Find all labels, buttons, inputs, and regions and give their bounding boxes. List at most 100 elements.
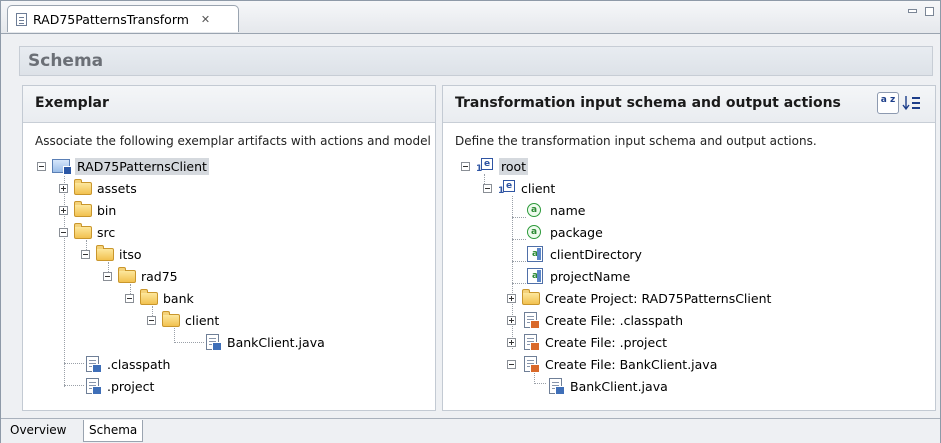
tree-item-root[interactable]: e1 root — [461, 156, 529, 176]
tree-item-label: RAD75PatternsClient — [75, 157, 209, 175]
expand-toggle[interactable] — [507, 337, 516, 347]
schema-header: Schema — [19, 46, 933, 76]
tree-item[interactable]: a name — [527, 200, 585, 220]
transformation-description: Define the transformation input schema a… — [455, 134, 817, 148]
file-icon — [84, 356, 102, 373]
transformation-section: Transformation input schema and output a… — [442, 85, 936, 411]
tab-overview[interactable]: Overview — [5, 420, 72, 441]
project-icon — [52, 158, 72, 175]
tree-item[interactable]: BankClient.java — [547, 376, 668, 396]
collapse-toggle[interactable] — [461, 161, 470, 171]
collapse-toggle[interactable] — [125, 293, 134, 303]
transformation-section-header: Transformation input schema and output a… — [443, 86, 935, 123]
tree-item-label: Create File: BankClient.java — [545, 356, 718, 372]
tree-item[interactable]: BankClient.java — [204, 332, 325, 352]
create-file-icon — [522, 312, 540, 329]
create-project-icon — [522, 289, 540, 306]
tree-item-label: projectName — [550, 268, 631, 284]
tree-item[interactable]: a projectName — [527, 266, 630, 286]
tree-item-label: Create File: .project — [545, 334, 667, 350]
element-icon: e1 — [498, 180, 516, 196]
tree-item[interactable]: assets — [59, 178, 137, 198]
tree-item-label: .classpath — [107, 356, 171, 372]
collapse-toggle[interactable] — [483, 183, 492, 193]
exemplar-section: Exemplar Associate the following exempla… — [22, 85, 436, 411]
exemplar-tree: RAD75PatternsClient assets bin src itso — [23, 156, 435, 410]
expand-toggle[interactable] — [507, 315, 516, 325]
file-icon — [16, 12, 27, 26]
tree-item-label: name — [550, 202, 586, 218]
attribute-field-icon: a — [527, 268, 545, 284]
sort-az-icon: a z — [880, 95, 896, 105]
file-icon — [84, 378, 102, 395]
tree-item-project[interactable]: RAD75PatternsClient — [37, 156, 209, 176]
expand-toggle[interactable] — [507, 293, 516, 303]
element-icon: e1 — [476, 158, 494, 174]
collapse-toggle[interactable] — [103, 271, 112, 281]
tree-item[interactable]: .classpath — [84, 354, 170, 374]
tree-item-label: package — [550, 224, 603, 240]
tree-item[interactable]: .project — [84, 376, 154, 396]
folder-icon — [74, 179, 92, 196]
create-file-icon — [522, 356, 540, 373]
close-icon[interactable]: ✕ — [201, 13, 210, 26]
tree-item[interactable]: Create Project: RAD75PatternsClient — [507, 288, 771, 308]
tree-item[interactable]: Create File: BankClient.java — [507, 354, 717, 374]
tree-item[interactable]: bank — [125, 288, 194, 308]
tree-item-label: client — [521, 180, 556, 196]
tree-item-label: client — [185, 312, 220, 328]
transformation-title: Transformation input schema and output a… — [455, 95, 841, 111]
java-file-icon — [547, 378, 565, 395]
collapse-toggle[interactable] — [507, 359, 516, 369]
tree-item-label: bank — [163, 290, 194, 306]
tree-item-label: BankClient.java — [570, 378, 668, 394]
attribute-field-icon: a — [527, 246, 545, 262]
exemplar-section-header: Exemplar — [23, 86, 435, 123]
tree-item[interactable]: bin — [59, 200, 116, 220]
folder-icon — [74, 223, 92, 240]
tree-item[interactable]: Create File: .project — [507, 332, 667, 352]
tree-item[interactable]: src — [59, 222, 115, 242]
tree-item[interactable]: a clientDirectory — [527, 244, 642, 264]
editor-tab-title: RAD75PatternsTransform — [33, 11, 189, 27]
editor-page-tabs: Overview Schema — [1, 418, 940, 443]
tree-item-label: assets — [97, 180, 137, 196]
tree-item[interactable]: client — [147, 310, 219, 330]
tree-item[interactable]: a package — [527, 222, 603, 242]
editor-tab[interactable]: RAD75PatternsTransform ✕ — [7, 5, 239, 32]
tree-item-label: Create File: .classpath — [545, 312, 684, 328]
editor-tab-strip: RAD75PatternsTransform ✕ — [1, 1, 940, 34]
tree-item-label: root — [499, 157, 529, 175]
tree-item-label: bin — [97, 202, 117, 218]
collapse-toggle[interactable] — [59, 227, 68, 237]
tree-item[interactable]: Create File: .classpath — [507, 310, 683, 330]
sort-list-icon — [902, 96, 920, 111]
tree-item-label: .project — [107, 378, 155, 394]
maximize-icon[interactable] — [925, 7, 934, 16]
collapse-toggle[interactable] — [81, 249, 90, 259]
java-file-icon — [204, 334, 222, 351]
tree-item-label: itso — [119, 246, 142, 262]
sort-order-button[interactable] — [901, 92, 923, 114]
folder-icon — [118, 267, 136, 284]
tab-schema[interactable]: Schema — [83, 420, 144, 442]
tree-item-label: clientDirectory — [550, 246, 642, 262]
tree-item-label: Create Project: RAD75PatternsClient — [545, 290, 772, 306]
expand-toggle[interactable] — [59, 205, 68, 215]
tree-item[interactable]: itso — [81, 244, 142, 264]
collapse-toggle[interactable] — [147, 315, 156, 325]
tree-item-label: src — [97, 224, 116, 240]
expand-toggle[interactable] — [59, 183, 68, 193]
tree-item[interactable]: e1 client — [483, 178, 555, 198]
tree-item[interactable]: rad75 — [103, 266, 178, 286]
folder-icon — [162, 311, 180, 328]
page-title: Schema — [28, 51, 104, 71]
folder-icon — [140, 289, 158, 306]
sort-alphabetically-button[interactable]: a z — [877, 92, 899, 114]
tree-item-label: rad75 — [141, 268, 178, 284]
tree-item-label: BankClient.java — [227, 334, 325, 350]
folder-icon — [96, 245, 114, 262]
window-controls — [908, 7, 934, 16]
minimize-icon[interactable] — [908, 9, 917, 13]
collapse-toggle[interactable] — [37, 161, 46, 171]
